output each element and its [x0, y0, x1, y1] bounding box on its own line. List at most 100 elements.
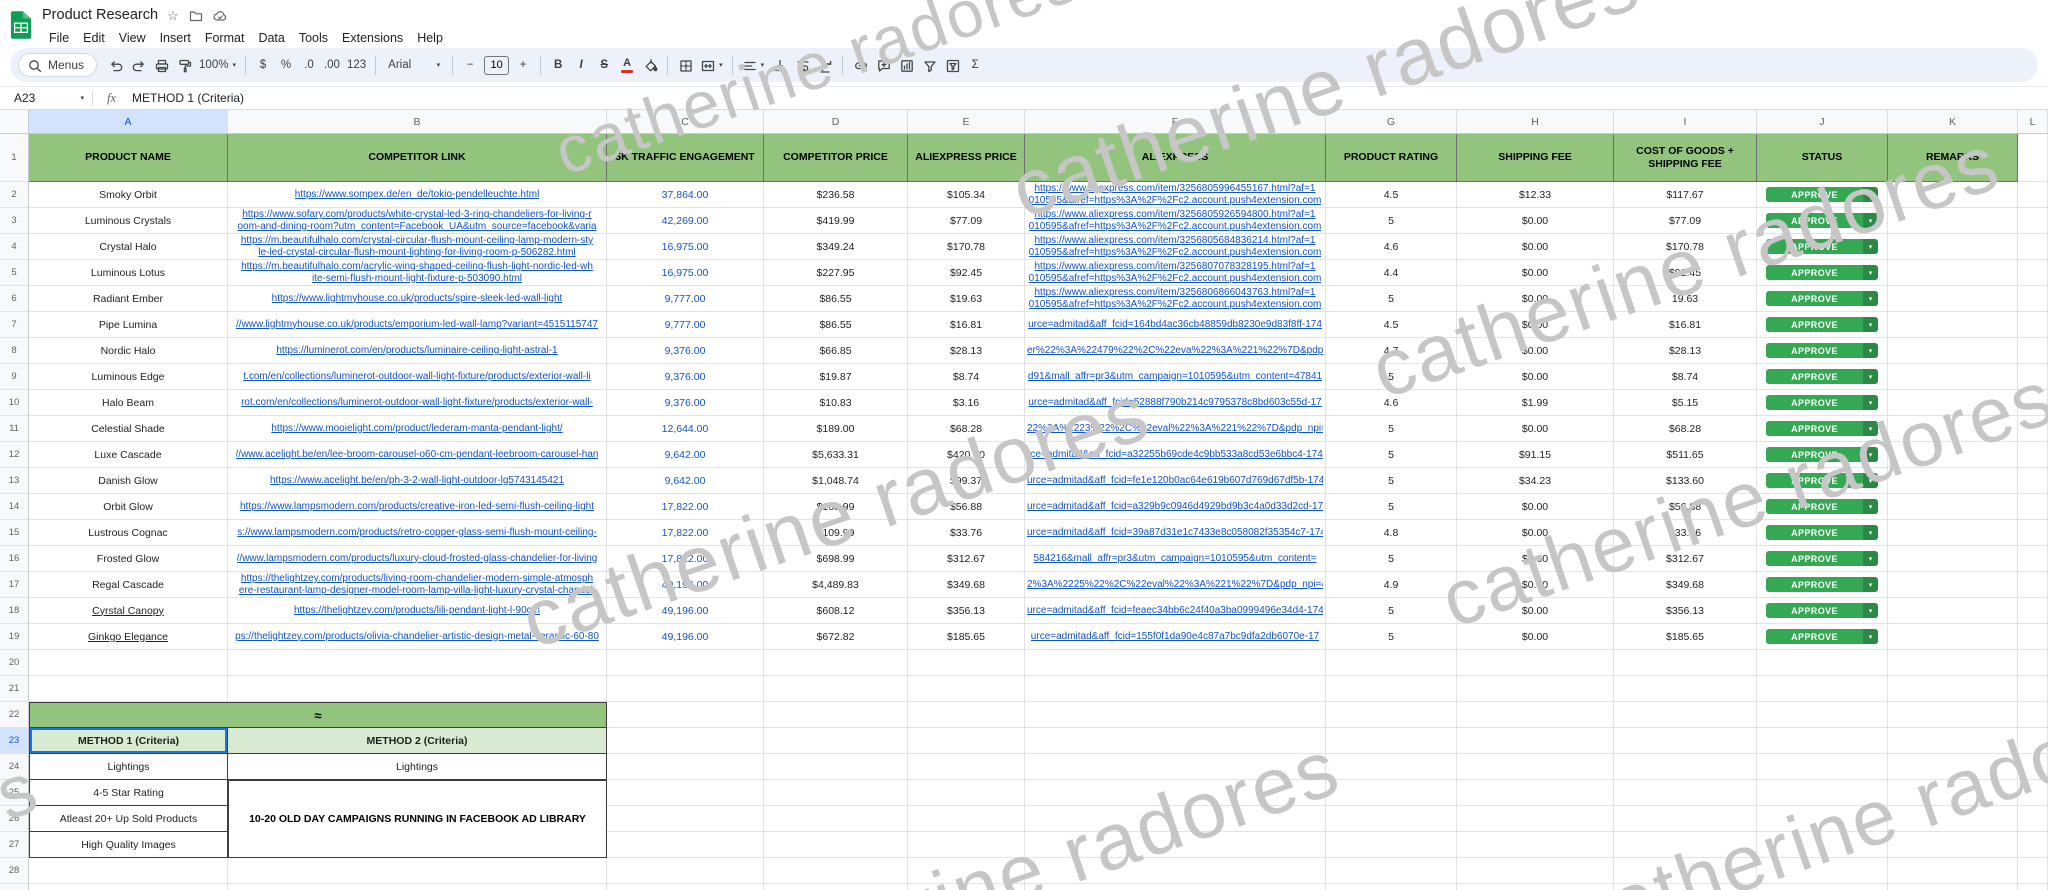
cell-C25[interactable] — [607, 780, 764, 806]
cell-E21[interactable] — [908, 676, 1025, 702]
font-size-input[interactable]: 10 — [484, 56, 509, 75]
competitor-link[interactable]: https://thelightzey.com/products/lili-pe… — [294, 605, 540, 617]
cell-G13[interactable]: 5 — [1326, 468, 1457, 494]
cell-E2[interactable]: $105.34 — [908, 182, 1025, 208]
cell-G18[interactable]: 5 — [1326, 598, 1457, 624]
cell-C5[interactable]: 16,975.00 — [607, 260, 764, 286]
column-title-C[interactable]: 5K TRAFFIC ENGAGEMENT — [607, 134, 764, 182]
cell-K28[interactable] — [1888, 858, 2018, 884]
move-folder-icon[interactable] — [188, 8, 203, 23]
cell-L12[interactable] — [2018, 442, 2048, 468]
aliexpress-link[interactable]: urce=admitad&aff_fcid=52888f790b214c9795… — [1028, 397, 1321, 409]
cell-F19[interactable]: urce=admitad&aff_fcid=155f0f1da90e4c87a7… — [1025, 624, 1326, 650]
cell-L4[interactable] — [2018, 234, 2048, 260]
cell-F23[interactable] — [1025, 728, 1326, 754]
row-header-29[interactable]: 29 — [0, 884, 29, 890]
cell-E11[interactable]: $68.28 — [908, 416, 1025, 442]
cell-H16[interactable]: $0.00 — [1457, 546, 1614, 572]
cell-B2[interactable]: https://www.sompex.de/en_de/tokio-pendel… — [228, 182, 607, 208]
row-header-1[interactable]: 1 — [0, 134, 29, 182]
cell-A17[interactable]: Regal Cascade — [29, 572, 228, 598]
cell-D15[interactable]: $109.99 — [764, 520, 908, 546]
cell-L25[interactable] — [2018, 780, 2048, 806]
select-all-corner[interactable] — [0, 110, 29, 134]
redo-button[interactable] — [127, 53, 149, 77]
cell-A5[interactable]: Luminous Lotus — [29, 260, 228, 286]
cell-A2[interactable]: Smoky Orbit — [29, 182, 228, 208]
column-header-B[interactable]: B — [228, 110, 607, 134]
cell-E4[interactable]: $170.78 — [908, 234, 1025, 260]
cell-L7[interactable] — [2018, 312, 2048, 338]
cell-I18[interactable]: $356.13 — [1614, 598, 1757, 624]
cell-L6[interactable] — [2018, 286, 2048, 312]
cell-D13[interactable]: $1,048.74 — [764, 468, 908, 494]
cell-F9[interactable]: d91&mall_affr=pr3&utm_campaign=1010595&u… — [1025, 364, 1326, 390]
cell-B8[interactable]: https://luminerot.com/en/products/lumina… — [228, 338, 607, 364]
cell-B9[interactable]: t.com/en/collections/luminerot-outdoor-w… — [228, 364, 607, 390]
cell-C23[interactable] — [607, 728, 764, 754]
competitor-link[interactable]: t.com/en/collections/luminerot-outdoor-w… — [243, 371, 590, 383]
cell-L15[interactable] — [2018, 520, 2048, 546]
percent-format-button[interactable]: % — [275, 53, 297, 77]
cell-A26[interactable]: Atleast 20+ Up Sold Products — [29, 806, 228, 832]
column-header-G[interactable]: G — [1326, 110, 1457, 134]
column-header-D[interactable]: D — [764, 110, 908, 134]
insert-comment-button[interactable] — [872, 53, 894, 77]
cell-L11[interactable] — [2018, 416, 2048, 442]
cell-L22[interactable] — [2018, 702, 2048, 728]
column-header-J[interactable]: J — [1757, 110, 1888, 134]
cell-H13[interactable]: $34.23 — [1457, 468, 1614, 494]
status-dropdown[interactable]: APPROVE▾ — [1766, 447, 1878, 462]
aliexpress-link[interactable]: urce=admitad&aff_fcid=164bd4ac36cb48859d… — [1028, 319, 1322, 331]
cell-F6[interactable]: https://www.aliexpress.com/item/32568068… — [1025, 286, 1326, 312]
aliexpress-link[interactable]: 010595&afref=https%3A%2F%2Fc2.account.pu… — [1029, 221, 1322, 233]
cell-B17[interactable]: https://thelightzey.com/products/living-… — [228, 572, 607, 598]
cell-L18[interactable] — [2018, 598, 2048, 624]
competitor-link[interactable]: //www.lampsmodern.com/products/luxury-cl… — [237, 553, 598, 565]
row-header-12[interactable]: 12 — [0, 442, 29, 468]
star-icon[interactable]: ☆ — [167, 8, 179, 23]
aliexpress-link[interactable]: https://www.aliexpress.com/item/32568068… — [1034, 287, 1315, 299]
cell-K4[interactable] — [1888, 234, 2018, 260]
competitor-link[interactable]: https://www.acelight.be/en/ph-3-2-wall-l… — [270, 475, 564, 487]
cell-K21[interactable] — [1888, 676, 2018, 702]
cell-H28[interactable] — [1457, 858, 1614, 884]
cell-J18[interactable]: APPROVE▾ — [1757, 598, 1888, 624]
cell-B14[interactable]: https://www.lampsmodern.com/products/cre… — [228, 494, 607, 520]
cell-L16[interactable] — [2018, 546, 2048, 572]
competitor-link[interactable]: le-led-crystal-circular-flush-mount-ligh… — [258, 247, 575, 259]
column-title-J[interactable]: STATUS — [1757, 134, 1888, 182]
cell-J27[interactable] — [1757, 832, 1888, 858]
cell-B3[interactable]: https://www.sofary.com/products/white-cr… — [228, 208, 607, 234]
name-box[interactable]: A23 ▾ — [0, 91, 92, 105]
cell-H23[interactable] — [1457, 728, 1614, 754]
cell-H24[interactable] — [1457, 754, 1614, 780]
competitor-link[interactable]: s://www.lampsmodern.com/products/retro-c… — [237, 527, 597, 539]
cell-E26[interactable] — [908, 806, 1025, 832]
cell-H21[interactable] — [1457, 676, 1614, 702]
cell-J4[interactable]: APPROVE▾ — [1757, 234, 1888, 260]
cell-K9[interactable] — [1888, 364, 2018, 390]
cell-G5[interactable]: 4.4 — [1326, 260, 1457, 286]
cell-G27[interactable] — [1326, 832, 1457, 858]
cell-I26[interactable] — [1614, 806, 1757, 832]
cell-E28[interactable] — [908, 858, 1025, 884]
cell-L19[interactable] — [2018, 624, 2048, 650]
cell-H26[interactable] — [1457, 806, 1614, 832]
column-header-I[interactable]: I — [1614, 110, 1757, 134]
cell-D5[interactable]: $227.95 — [764, 260, 908, 286]
cell-K15[interactable] — [1888, 520, 2018, 546]
status-dropdown[interactable]: APPROVE▾ — [1766, 395, 1878, 410]
cell-K17[interactable] — [1888, 572, 2018, 598]
cell-K8[interactable] — [1888, 338, 2018, 364]
row-header-17[interactable]: 17 — [0, 572, 29, 598]
cell-F2[interactable]: https://www.aliexpress.com/item/32568059… — [1025, 182, 1326, 208]
cell-J15[interactable]: APPROVE▾ — [1757, 520, 1888, 546]
cell-D14[interactable]: $168.99 — [764, 494, 908, 520]
cell-E3[interactable]: $77.09 — [908, 208, 1025, 234]
cell-J20[interactable] — [1757, 650, 1888, 676]
cell-H3[interactable]: $0.00 — [1457, 208, 1614, 234]
cell-H6[interactable]: $0.00 — [1457, 286, 1614, 312]
cell-F16[interactable]: 584216&mall_affr=pr3&utm_campaign=101059… — [1025, 546, 1326, 572]
cell-H18[interactable]: $0.00 — [1457, 598, 1614, 624]
